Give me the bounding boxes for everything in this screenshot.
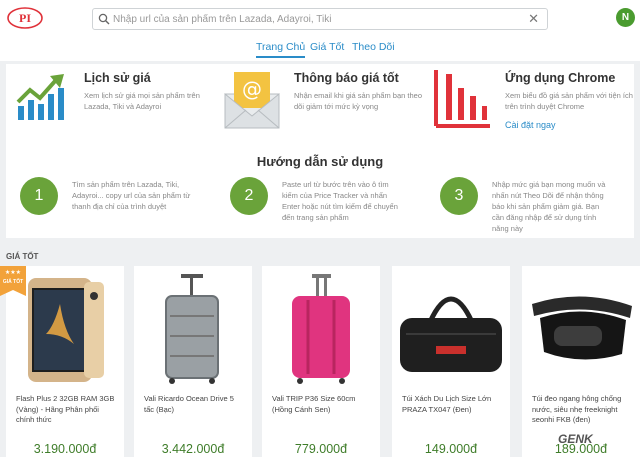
bar-chart-icon bbox=[434, 70, 490, 128]
product-card[interactable]: Túi Xách Du Lịch Size Lớn PRAZA TX047 (Đ… bbox=[392, 266, 510, 457]
deal-badge-icon: ★★★ GIÁ TỐT bbox=[0, 266, 26, 296]
svg-text:PI: PI bbox=[19, 11, 31, 25]
feature-desc-price-alert: Nhận email khi giá sản phẩm bạn theo dõi… bbox=[294, 91, 422, 111]
product-price: 3.442.000đ bbox=[161, 442, 225, 456]
tab-home[interactable]: Trang Chủ bbox=[256, 41, 306, 58]
product-name[interactable]: Túi đeo ngang hông chống nước, siêu nhẹ … bbox=[532, 394, 632, 426]
svg-text:★★★: ★★★ bbox=[5, 269, 21, 276]
close-icon[interactable]: ✕ bbox=[528, 12, 539, 26]
search-icon bbox=[98, 13, 110, 25]
product-name[interactable]: Vali Ricardo Ocean Drive 5 tấc (Bạc) bbox=[144, 394, 244, 415]
product-price: 3.190.000đ bbox=[33, 442, 97, 456]
feature-desc-price-history: Xem lịch sử giá mọi sản phẩm trên Lazada… bbox=[84, 91, 200, 111]
product-name[interactable]: Túi Xách Du Lịch Size Lớn PRAZA TX047 (Đ… bbox=[402, 394, 502, 415]
suitcase-pink-image bbox=[292, 274, 350, 384]
guide-title: Hướng dẫn sử dụng bbox=[256, 154, 384, 169]
step-3-badge: 3 bbox=[440, 177, 478, 215]
search-box[interactable]: ✕ bbox=[92, 8, 548, 30]
suitcase-silver-image bbox=[165, 274, 219, 384]
product-card[interactable]: Vali TRIP P36 Size 60cm (Hồng Cánh Sen) … bbox=[262, 266, 380, 457]
product-name[interactable]: Flash Plus 2 32GB RAM 3GB (Vàng) - Hãng … bbox=[16, 394, 116, 426]
search-input[interactable] bbox=[113, 10, 523, 28]
svg-text:@: @ bbox=[242, 77, 262, 101]
step-2-description: Paste url từ bước trên vào ô tìm kiếm củ… bbox=[282, 180, 398, 222]
user-avatar[interactable]: N bbox=[616, 8, 635, 27]
features-panel: Lịch sử giá Xem lịch sử giá mọi sản phẩm… bbox=[6, 64, 634, 238]
email-envelope-icon: @ bbox=[224, 72, 280, 129]
deals-section-heading: GIÁ TỐT bbox=[6, 252, 39, 261]
duffel-bag-black-image bbox=[400, 296, 502, 372]
genk-watermark: GENK bbox=[558, 432, 593, 446]
nav-tabs: Trang Chủ Giá Tốt Theo Dõi bbox=[0, 37, 640, 61]
price-history-chart-icon bbox=[16, 74, 64, 120]
tab-deals[interactable]: Giá Tốt bbox=[310, 41, 344, 53]
feature-title-price-alert: Thông báo giá tốt bbox=[294, 71, 399, 85]
feature-desc-chrome-extension: Xem biểu đồ giá sản phẩm với tiện ích tr… bbox=[505, 91, 633, 111]
price-tracker-logo[interactable]: PI bbox=[6, 6, 44, 30]
step-1-description: Tìm sản phẩm trên Lazada, Tiki, Adayroi.… bbox=[72, 180, 191, 211]
step-2-badge: 2 bbox=[230, 177, 268, 215]
step-3-description: Nhập mức giá bạn mong muốn và nhấn nút T… bbox=[492, 180, 606, 233]
product-card[interactable]: Túi đeo ngang hông chống nước, siêu nhẹ … bbox=[522, 266, 640, 457]
feature-title-price-history: Lịch sử giá bbox=[84, 71, 151, 85]
feature-title-chrome-extension: Ứng dụng Chrome bbox=[505, 71, 616, 85]
svg-text:GIÁ TỐT: GIÁ TỐT bbox=[3, 278, 23, 285]
tab-following[interactable]: Theo Dõi bbox=[352, 41, 395, 53]
top-bar: PI ✕ N bbox=[0, 0, 640, 37]
product-card[interactable]: Vali Ricardo Ocean Drive 5 tấc (Bạc) 3.4… bbox=[134, 266, 252, 457]
product-price: 779.000đ bbox=[294, 442, 348, 456]
install-extension-link[interactable]: Cài đặt ngay bbox=[505, 120, 556, 130]
product-price: 149.000đ bbox=[424, 442, 478, 456]
waist-bag-black-image bbox=[532, 296, 632, 360]
step-1-badge: 1 bbox=[20, 177, 58, 215]
product-name[interactable]: Vali TRIP P36 Size 60cm (Hồng Cánh Sen) bbox=[272, 394, 372, 415]
